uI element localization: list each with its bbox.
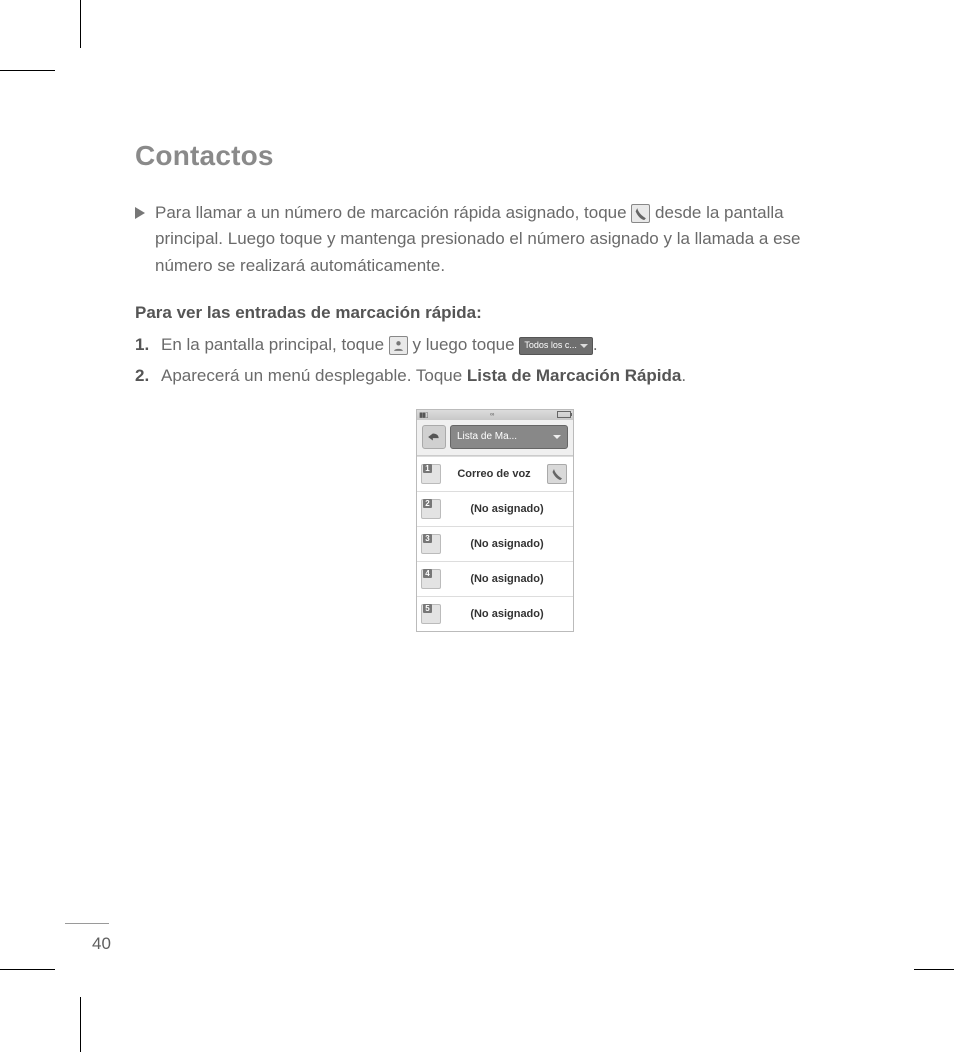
triangle-bullet-icon [135, 201, 145, 279]
speed-dial-row-2[interactable]: 2 (No asignado) [417, 491, 573, 526]
subheading: Para ver las entradas de marcación rápid… [135, 303, 855, 323]
step-body: En la pantalla principal, toque y luego … [161, 331, 855, 360]
step-bold: Lista de Marcación Rápida [467, 366, 681, 385]
crop-mark [0, 969, 55, 970]
crop-mark [80, 0, 81, 48]
chevron-down-icon [580, 344, 588, 348]
speed-dial-row-1[interactable]: 1 Correo de voz [417, 456, 573, 491]
intro-text-pre: Para llamar a un número de marcación ráp… [155, 203, 631, 222]
contacts-icon [389, 336, 408, 355]
keypad-1-icon: 1 [421, 464, 441, 484]
speed-dial-row-5[interactable]: 5 (No asignado) [417, 596, 573, 631]
crop-mark [914, 969, 954, 970]
row-label: (No asignado) [447, 573, 567, 585]
keypad-5-icon: 5 [421, 604, 441, 624]
all-contacts-chip: Todos los c... [519, 337, 593, 355]
keypad-4-icon: 4 [421, 569, 441, 589]
phone-header: Lista de Ma... [417, 420, 573, 456]
step-text: . [681, 366, 686, 385]
intro-text: Para llamar a un número de marcación ráp… [155, 200, 855, 279]
speed-dial-dropdown[interactable]: Lista de Ma... [450, 425, 568, 449]
row-label: (No asignado) [447, 538, 567, 550]
speed-dial-list: 1 Correo de voz 2 (No asignado) 3 (No as… [417, 456, 573, 631]
step-1: 1. En la pantalla principal, toque y lue… [135, 331, 855, 360]
keypad-2-icon: 2 [421, 499, 441, 519]
step-text: y luego toque [413, 335, 520, 354]
step-number: 2. [135, 362, 153, 391]
phone-screenshot: ▮▮▯ ∞ Lista de Ma... 1 Correo de voz [416, 409, 574, 632]
status-icons: ∞ [490, 412, 494, 418]
keypad-3-icon: 3 [421, 534, 441, 554]
battery-icon [557, 411, 571, 418]
dropdown-label: Lista de Ma... [457, 431, 517, 442]
key-number: 1 [423, 464, 432, 473]
page-title: Contactos [135, 140, 855, 172]
speed-dial-row-3[interactable]: 3 (No asignado) [417, 526, 573, 561]
step-2: 2. Aparecerá un menú desplegable. Toque … [135, 362, 855, 391]
chevron-down-icon [553, 435, 561, 439]
crop-mark [80, 997, 81, 1052]
row-label: (No asignado) [447, 503, 567, 515]
signal-icon: ▮▮▯ [419, 411, 428, 419]
step-text: En la pantalla principal, toque [161, 335, 389, 354]
key-number: 2 [423, 499, 432, 508]
page-number: 40 [92, 934, 111, 954]
key-number: 5 [423, 604, 432, 613]
chip-label: Todos los c... [524, 338, 577, 353]
page-content: Contactos Para llamar a un número de mar… [135, 140, 855, 632]
back-button[interactable] [422, 425, 446, 449]
step-body: Aparecerá un menú desplegable. Toque Lis… [161, 362, 855, 391]
intro-bullet: Para llamar a un número de marcación ráp… [135, 200, 855, 279]
row-label: Correo de voz [447, 468, 541, 480]
row-label: (No asignado) [447, 608, 567, 620]
speed-dial-row-4[interactable]: 4 (No asignado) [417, 561, 573, 596]
dialer-icon [631, 204, 650, 223]
key-number: 3 [423, 534, 432, 543]
key-number: 4 [423, 569, 432, 578]
call-icon[interactable] [547, 464, 567, 484]
crop-mark [0, 70, 55, 71]
step-number: 1. [135, 331, 153, 360]
page-number-rule [65, 923, 109, 924]
step-text: . [593, 335, 598, 354]
phone-status-bar: ▮▮▯ ∞ [417, 410, 573, 420]
manual-page: Contactos Para llamar a un número de mar… [0, 0, 954, 1054]
step-text: Aparecerá un menú desplegable. Toque [161, 366, 467, 385]
